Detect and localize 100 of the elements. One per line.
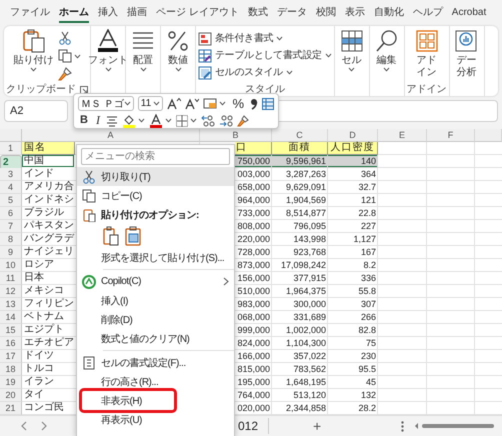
font-size-dropdown[interactable]: 11 [138, 96, 164, 111]
paste-button[interactable]: 貼り付け [14, 29, 54, 83]
paste-icon[interactable] [103, 226, 119, 246]
add-sheet-button[interactable]: + [313, 418, 322, 434]
fill-color-icon[interactable] [122, 114, 136, 128]
font-dropdown[interactable]: ＭＳ Ｐゴ [78, 96, 134, 111]
table-cell-text: メキシコ [23, 285, 65, 298]
row-number[interactable]: 19 [0, 376, 22, 389]
borders-icon[interactable] [176, 114, 188, 126]
shrink-font-icon[interactable] [185, 97, 200, 110]
row-number[interactable]: 18 [0, 363, 22, 376]
table-cell-text: フィリピン [23, 298, 75, 311]
table-cell-text: 55.8 [357, 285, 377, 298]
table-cell-text: インドネシ [23, 194, 75, 206]
row-number[interactable]: 4 [0, 181, 22, 194]
row-number[interactable]: 8 [0, 233, 22, 246]
table-cell-text: 95.5 [357, 363, 377, 376]
menu-item[interactable]: Copilot(C) [77, 272, 234, 291]
table-cell-text: 32.7 [357, 181, 377, 194]
row-number[interactable]: 15 [0, 324, 22, 337]
ribbon-tab[interactable]: ヘルプ [412, 2, 443, 23]
grow-font-icon[interactable] [167, 97, 182, 110]
ribbon-tab[interactable]: 描画 [127, 2, 147, 23]
bold-button[interactable]: B [78, 113, 90, 128]
menu-item[interactable]: 数式と値のクリア(N) [77, 329, 234, 348]
brush-icon[interactable] [236, 114, 249, 126]
more-options-icon[interactable] [401, 420, 404, 432]
style-command[interactable]: テーブルとして書式設定 [198, 48, 332, 63]
number-format-icon[interactable] [203, 97, 218, 110]
ribbon-tab[interactable]: 自動化 [374, 2, 404, 23]
column-header[interactable]: E [378, 129, 427, 142]
menu-item[interactable]: 形式を選択して貼り付け(S)... [77, 248, 234, 267]
column-header[interactable]: D [328, 129, 378, 142]
row-number[interactable]: 3 [0, 168, 22, 181]
sheet-tab[interactable]: 012 [236, 418, 270, 434]
cut-icon[interactable] [58, 31, 72, 45]
row-number[interactable]: 11 [0, 272, 22, 285]
row-number[interactable]: 14 [0, 311, 22, 324]
ribbon-button[interactable]: アド イン [412, 29, 442, 83]
row-number[interactable]: 7 [0, 220, 22, 233]
menu-item[interactable]: 削除(D) [77, 310, 234, 329]
caret-icon [190, 118, 197, 123]
row-number[interactable]: 20 [0, 389, 22, 402]
style-command[interactable]: セルのスタイル [198, 65, 332, 80]
row-number[interactable]: 17 [0, 350, 22, 363]
table-icon[interactable] [262, 98, 274, 110]
dialog-launcher-icon[interactable] [80, 86, 88, 94]
paste-picture-icon[interactable] [125, 226, 141, 246]
style-command[interactable]: 条件付き書式 [198, 31, 332, 46]
menu-item[interactable]: 非表示(H) [77, 391, 234, 410]
menu-item[interactable]: 切り取り(T) [77, 167, 234, 186]
column-header[interactable]: C [272, 129, 328, 142]
row-number[interactable]: 13 [0, 298, 22, 311]
ribbon-tab[interactable]: ファイル [10, 2, 50, 23]
ribbon-tab[interactable]: ページ レイアウト [156, 2, 239, 23]
row-number[interactable]: 1 [0, 142, 22, 155]
increase-decimal-icon[interactable] [200, 114, 215, 127]
ribbon-tab[interactable]: 表示 [344, 2, 365, 23]
brush-icon[interactable] [58, 67, 72, 81]
ribbon-button[interactable]: セル [336, 29, 367, 83]
italic-button[interactable]: I [94, 113, 102, 128]
ribbon-tab[interactable]: ホーム [59, 2, 89, 23]
percent-button[interactable]: % [230, 96, 246, 111]
decrease-decimal-icon[interactable] [218, 114, 233, 127]
column-header[interactable]: F [427, 129, 475, 142]
row-number[interactable]: 21 [0, 402, 22, 415]
menu-item[interactable]: 再表示(U) [77, 410, 234, 429]
ribbon-button[interactable]: デー 分析 [452, 29, 482, 83]
column-header[interactable]: A [22, 129, 200, 142]
chevron-right-icon[interactable] [41, 421, 48, 431]
ribbon-button[interactable]: 編集 [372, 29, 402, 83]
menu-item[interactable]: 行の高さ(R)... [77, 372, 234, 391]
row-number[interactable]: 10 [0, 259, 22, 272]
row-number[interactable]: 12 [0, 285, 22, 298]
menu-item[interactable]: 挿入(I) [77, 291, 234, 310]
ribbon-button[interactable]: 配置 [128, 29, 158, 83]
font-color-icon[interactable] [148, 114, 163, 128]
align-center-icon[interactable] [106, 114, 118, 126]
horizontal-scrollbar[interactable] [414, 422, 494, 430]
table-cell-text: 日本 [23, 272, 45, 285]
row-number[interactable]: 5 [0, 194, 22, 207]
menu-item[interactable]: コピー(C) [77, 186, 234, 205]
row-number[interactable]: 6 [0, 207, 22, 220]
row-number[interactable]: 9 [0, 246, 22, 259]
comma-style-icon[interactable] [250, 97, 258, 110]
table-cell-text: 796,095 [292, 220, 327, 233]
ribbon-tab[interactable]: 数式 [248, 2, 268, 23]
column-header[interactable]: B [200, 129, 272, 142]
ribbon-tab[interactable]: 挿入 [98, 2, 118, 23]
chevron-left-icon[interactable] [20, 421, 27, 431]
table-cell-text: イラン [23, 376, 55, 389]
name-box[interactable]: A2 [4, 100, 68, 122]
menu-item[interactable]: セルの書式設定(F)... [77, 353, 234, 372]
ribbon-tab[interactable]: Acrobat [452, 4, 486, 22]
ribbon-tab[interactable]: データ [276, 2, 307, 23]
row-number[interactable]: 16 [0, 337, 22, 350]
ribbon-tab[interactable]: 校閲 [316, 2, 336, 23]
copy-icon[interactable] [58, 49, 72, 63]
search-field[interactable]: メニューの検索 [81, 148, 230, 165]
ribbon-button[interactable]: 数値 [163, 29, 193, 83]
